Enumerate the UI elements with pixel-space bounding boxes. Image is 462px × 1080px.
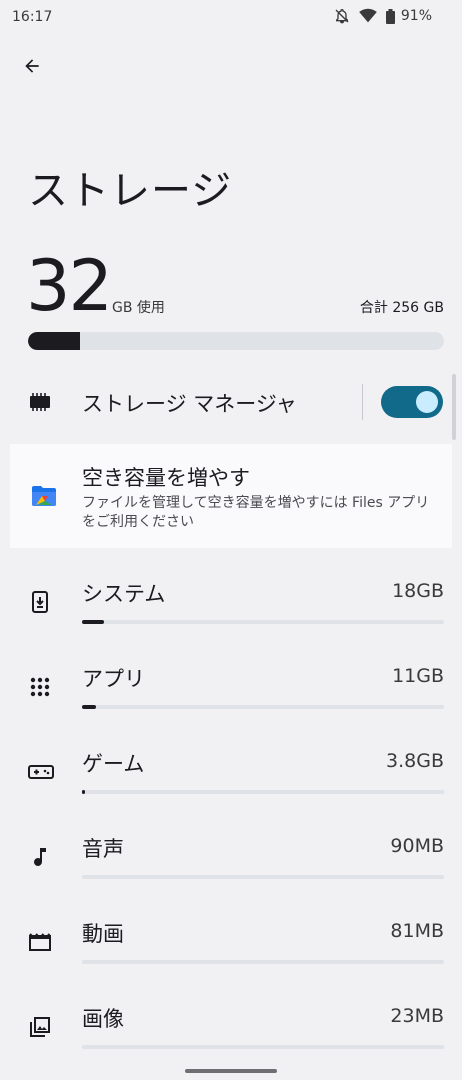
- category-usage-bar: [82, 790, 444, 794]
- category-name: 動画: [82, 922, 124, 946]
- battery-icon: [385, 8, 395, 24]
- memory-chip-icon: [28, 390, 52, 418]
- storage-category-row[interactable]: システム 18GB: [0, 560, 462, 645]
- gesture-nav-handle[interactable]: [185, 1069, 277, 1073]
- category-usage-bar: [82, 960, 444, 964]
- storage-usage-fill: [28, 332, 80, 350]
- category-usage-bar: [82, 875, 444, 879]
- back-button[interactable]: [14, 48, 50, 84]
- category-name: 音声: [82, 837, 124, 861]
- category-size: 81MB: [390, 920, 444, 942]
- storage-usage-bar: [28, 332, 444, 350]
- scrollbar[interactable]: [452, 374, 456, 440]
- storage-manager-toggle[interactable]: [381, 386, 443, 418]
- category-usage-bar: [82, 1045, 444, 1049]
- toggle-knob: [416, 391, 438, 413]
- apps-grid-icon: [28, 675, 52, 699]
- page-title: ストレージ: [28, 168, 233, 214]
- storage-manager-row[interactable]: ストレージ マネージャ: [0, 374, 462, 430]
- category-name: システム: [82, 582, 166, 606]
- category-name: アプリ: [82, 667, 145, 691]
- notifications-off-icon: [334, 8, 350, 24]
- system-update-icon: [28, 590, 52, 614]
- free-up-space-title: 空き容量を増やす: [82, 466, 250, 490]
- status-bar: 16:17 91%: [0, 0, 462, 34]
- category-usage-fill: [82, 620, 104, 624]
- category-size: 3.8GB: [386, 750, 444, 772]
- status-icons: 91%: [334, 8, 432, 24]
- category-size: 11GB: [392, 665, 444, 687]
- category-name: 画像: [82, 1007, 124, 1031]
- arrow-back-icon: [25, 59, 39, 73]
- storage-manager-label: ストレージ マネージャ: [82, 392, 297, 416]
- movie-icon: [28, 930, 52, 954]
- storage-category-row[interactable]: アプリ 11GB: [0, 645, 462, 730]
- used-storage-unit: GB 使用: [112, 300, 165, 316]
- gamepad-icon: [28, 760, 54, 784]
- files-app-icon: [32, 486, 56, 510]
- category-usage-bar: [82, 620, 444, 624]
- storage-category-row[interactable]: ゲーム 3.8GB: [0, 730, 462, 815]
- total-storage: 合計 256 GB: [359, 300, 444, 316]
- category-name: ゲーム: [82, 752, 145, 776]
- storage-category-row[interactable]: 画像 23MB: [0, 985, 462, 1070]
- category-usage-fill: [82, 790, 85, 794]
- category-usage-bar: [82, 705, 444, 709]
- battery-percent: 91%: [400, 8, 432, 24]
- divider: [362, 384, 363, 420]
- storage-category-row[interactable]: 音声 90MB: [0, 815, 462, 900]
- wifi-icon: [358, 8, 378, 24]
- free-up-space-card[interactable]: 空き容量を増やす ファイルを管理して空き容量を増やすには Files アプリをご…: [10, 444, 452, 548]
- category-usage-fill: [82, 705, 97, 709]
- category-size: 18GB: [392, 580, 444, 602]
- free-up-space-description: ファイルを管理して空き容量を増やすには Files アプリをご利用ください: [82, 495, 430, 530]
- category-size: 23MB: [390, 1005, 444, 1027]
- category-size: 90MB: [390, 835, 444, 857]
- used-storage-value: 32: [26, 245, 113, 327]
- music-note-icon: [28, 845, 52, 869]
- status-time: 16:17: [12, 9, 53, 25]
- image-icon: [28, 1015, 52, 1039]
- storage-category-row[interactable]: 動画 81MB: [0, 900, 462, 985]
